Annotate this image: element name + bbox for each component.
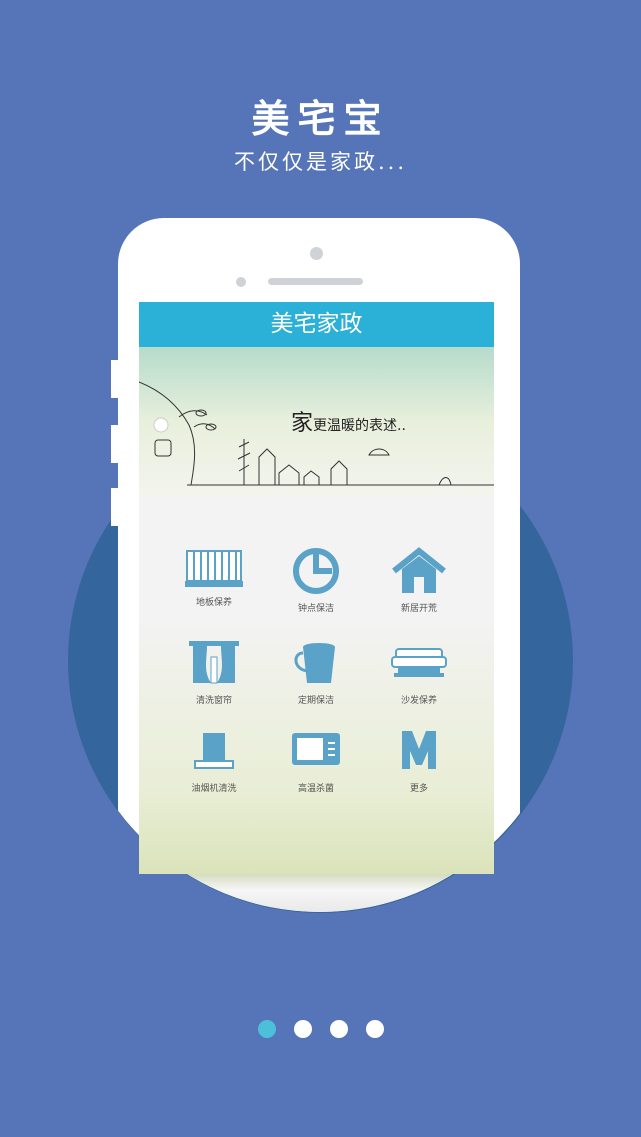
app-title: 美宅家政 [139, 302, 494, 347]
phone-camera [310, 247, 323, 260]
banner-slogan-big: 家 [291, 411, 314, 436]
curtain-icon [189, 641, 239, 684]
service-item[interactable]: 沙发保养 [360, 639, 478, 706]
service-label: 高温杀菌 [297, 784, 334, 794]
banner: 家更温暖的表述.. [139, 347, 494, 497]
floor-icon [185, 550, 243, 587]
service-label: 沙发保养 [400, 696, 437, 706]
phone-bottom-bar [139, 874, 494, 912]
banner-slogan: 家更温暖的表述.. [291, 405, 406, 437]
service-label: 油烟机清洗 [191, 784, 237, 794]
service-label: 清洗窗帘 [195, 696, 232, 706]
more-m-icon [402, 731, 436, 769]
service-label: 新居开荒 [400, 604, 437, 614]
app-screen: 美宅家政 家更温暖的表述.. 地板保养 钟点保洁 新居开荒 清洗窗帘 定期保洁 … [139, 302, 494, 874]
service-label: 地板保养 [195, 598, 232, 608]
service-item[interactable]: 钟点保洁 [257, 547, 375, 614]
banner-slogan-rest: 更温暖的表述.. [313, 418, 406, 434]
clock-pie-icon [293, 548, 339, 594]
service-item[interactable]: 油烟机清洗 [155, 727, 273, 794]
phone-sensor [236, 277, 246, 287]
page-dot[interactable] [329, 1020, 348, 1038]
service-item[interactable]: 地板保养 [155, 547, 273, 608]
service-item[interactable]: 定期保洁 [257, 639, 375, 706]
service-item[interactable]: 新居开荒 [360, 547, 478, 614]
service-label: 更多 [409, 784, 428, 794]
house-icon [392, 547, 446, 593]
service-item[interactable]: 更多 [360, 727, 478, 794]
phone-speaker [268, 278, 363, 285]
service-label: 钟点保洁 [297, 604, 334, 614]
page-indicator [0, 1020, 641, 1042]
bucket-icon [294, 643, 335, 683]
range-hood-icon [194, 733, 234, 769]
page-dot[interactable] [365, 1020, 384, 1038]
microwave-icon [292, 733, 340, 765]
service-item[interactable]: 高温杀菌 [257, 727, 375, 794]
service-label: 定期保洁 [297, 696, 334, 706]
page-dot-active[interactable] [257, 1020, 276, 1038]
sofa-icon [391, 648, 447, 677]
service-item[interactable]: 清洗窗帘 [155, 639, 273, 706]
page-dot[interactable] [293, 1020, 312, 1038]
